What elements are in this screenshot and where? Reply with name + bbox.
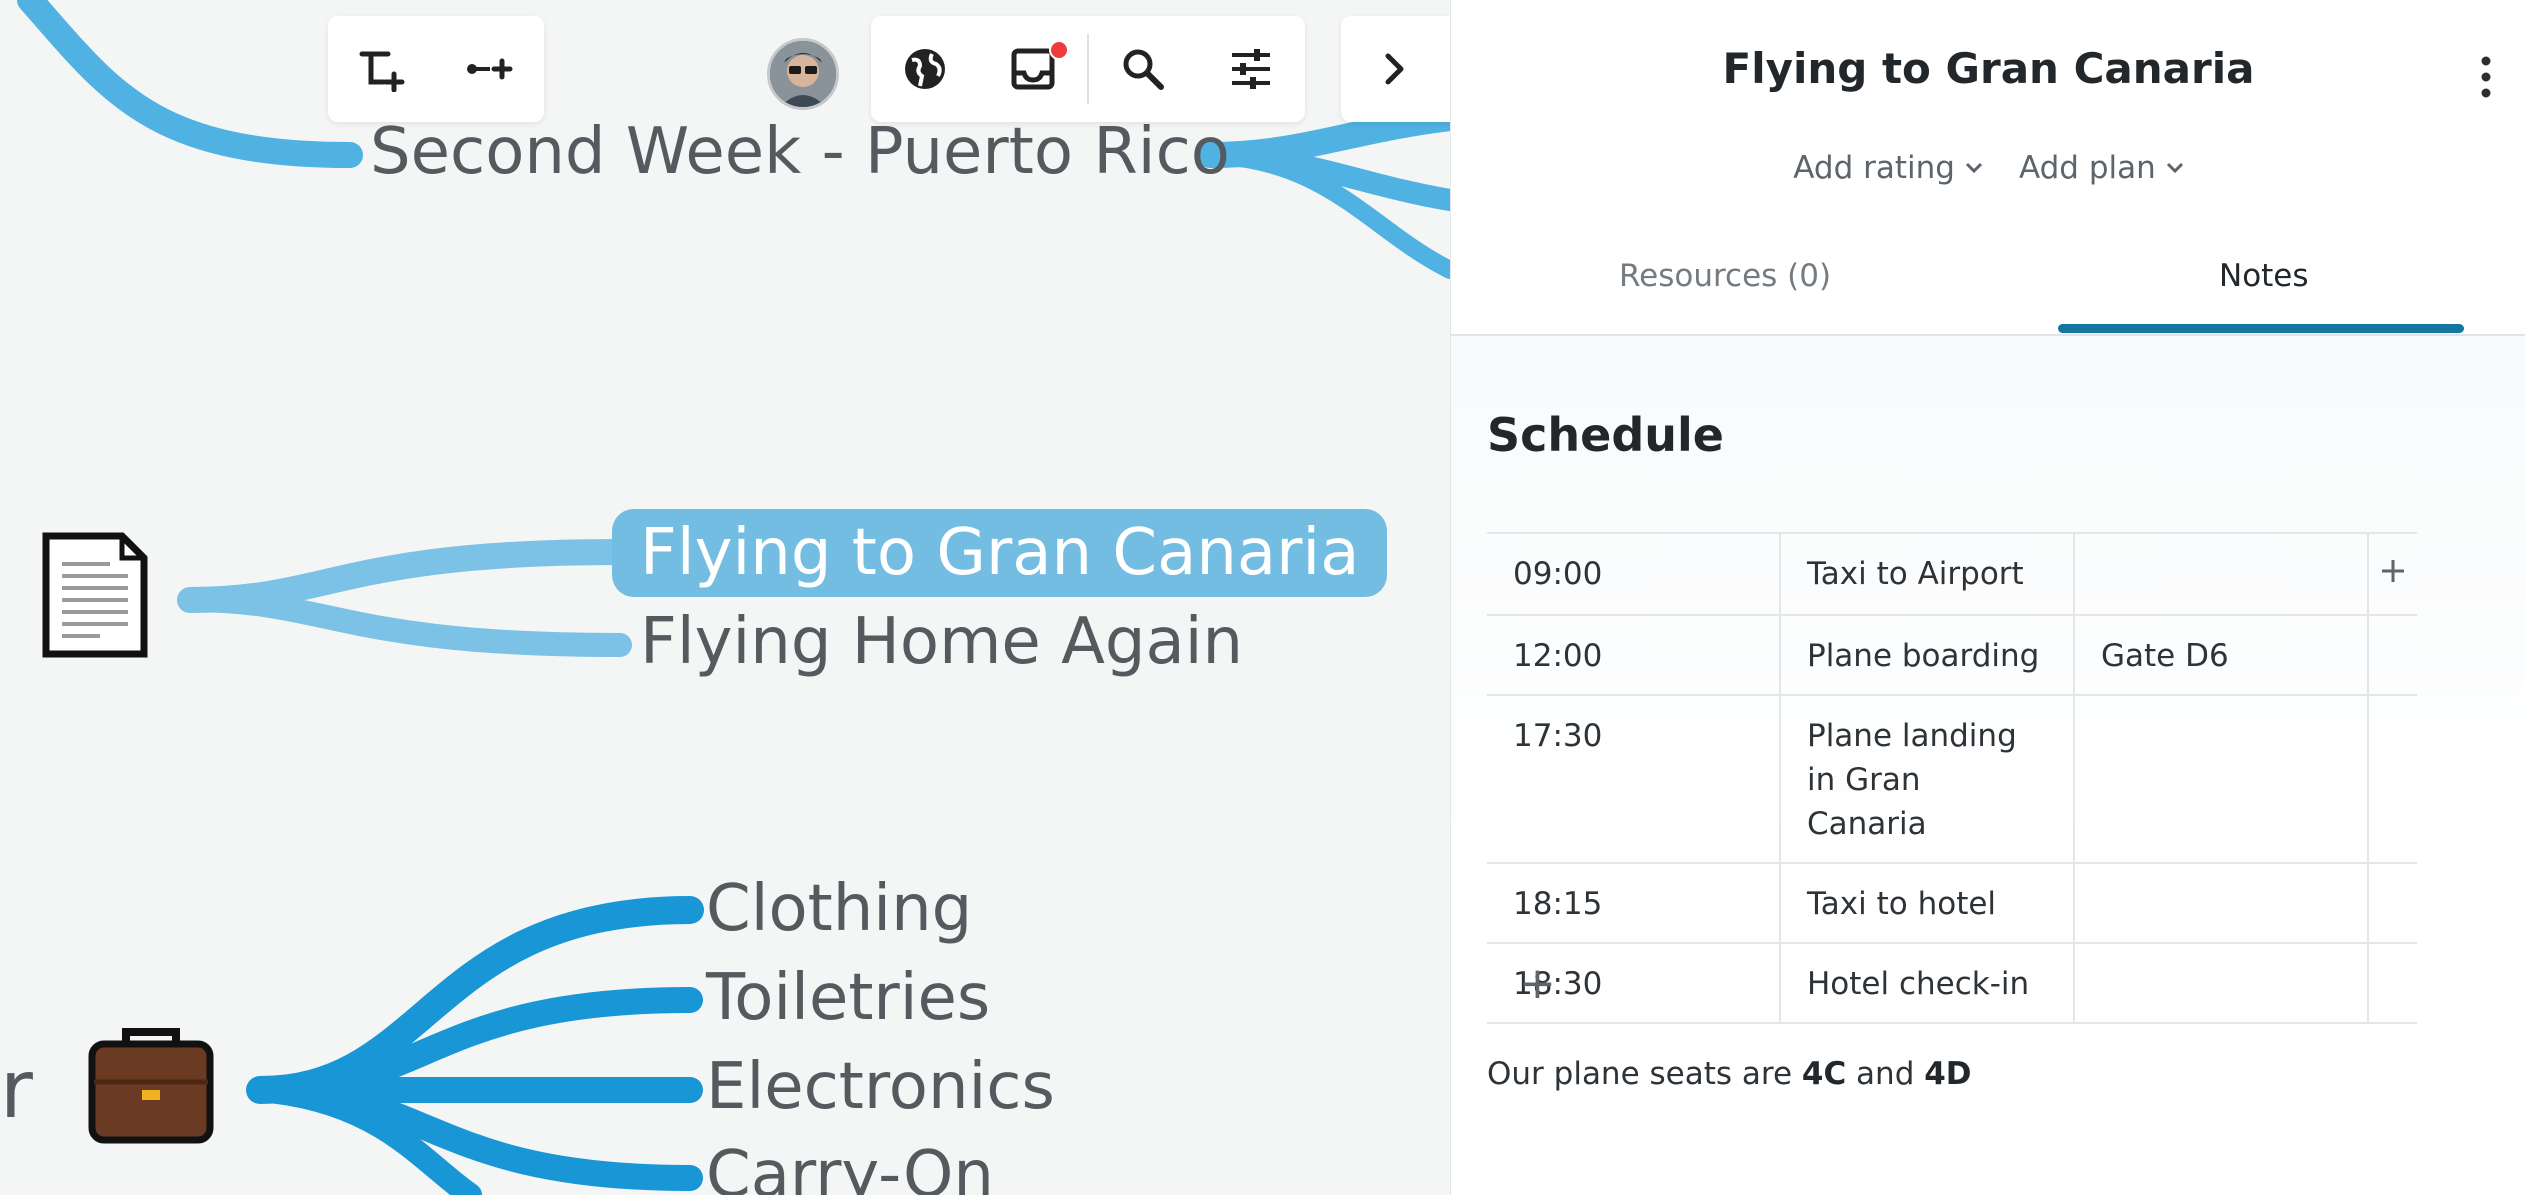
note-text: Our plane seats are (1487, 1056, 1802, 1092)
node-carry-on[interactable]: Carry-On (706, 1143, 994, 1195)
panel-tabs: Resources (0) Notes (1451, 240, 2525, 336)
tab-notes[interactable]: Notes (2219, 258, 2309, 294)
table-cell-time[interactable]: 12:00 (1487, 614, 1781, 696)
notes-heading: Schedule (1487, 408, 1724, 462)
topic-meta-row: Add rating Add plan (1451, 150, 2525, 186)
table-cell-empty[interactable] (2368, 862, 2417, 944)
table-row: 18:30 Hotel check-in (1487, 942, 2417, 1024)
settings-button[interactable] (1197, 16, 1305, 122)
table-cell-detail[interactable] (2074, 694, 2369, 864)
plus-icon (2382, 560, 2404, 582)
table-cell-time[interactable]: 17:30 (1487, 694, 1781, 864)
table-cell-activity[interactable]: Plane boarding (1780, 614, 2075, 696)
add-plan-label: Add plan (2018, 150, 2156, 186)
add-rating-button[interactable]: Add rating (1793, 150, 1983, 186)
add-column-button[interactable] (2368, 532, 2417, 616)
briefcase-icon[interactable] (86, 1022, 216, 1146)
panel-toggle-toolbar (1341, 16, 1450, 122)
search-icon (1123, 49, 1164, 90)
schedule-table[interactable]: 09:00 Taxi to Airport 12:00 Plane boardi… (1487, 532, 2417, 1024)
node-toiletries[interactable]: Toiletries (706, 966, 990, 1030)
sliders-icon (1232, 49, 1270, 89)
table-cell-detail[interactable] (2074, 942, 2369, 1024)
collapse-panel-button[interactable] (1341, 16, 1449, 122)
table-cell-activity[interactable]: Hotel check-in (1780, 942, 2075, 1024)
notes-paragraph[interactable]: Our plane seats are 4C and 4D (1487, 1056, 1972, 1092)
table-cell-detail[interactable]: Gate D6 (2074, 614, 2369, 696)
table-cell-empty[interactable] (2368, 614, 2417, 696)
tab-resources[interactable]: Resources (0) (1619, 258, 1831, 294)
add-connection-button[interactable] (436, 16, 544, 122)
add-row-button[interactable]: + (1519, 958, 1556, 1009)
chevron-right-icon (1385, 53, 1404, 85)
map-actions-toolbar (871, 16, 1305, 122)
table-cell-detail[interactable] (2074, 862, 2369, 944)
table-cell-empty[interactable] (2368, 942, 2417, 1024)
table-cell-activity[interactable]: Taxi to hotel (1780, 862, 2075, 944)
chevron-down-icon (2166, 162, 2183, 174)
note-text: and (1846, 1056, 1925, 1092)
table-row: 12:00 Plane boarding Gate D6 (1487, 614, 2417, 696)
seat-number: 4D (1924, 1056, 1972, 1092)
table-row: 17:30 Plane landing in Gran Canaria (1487, 694, 2417, 864)
add-subtopic-icon (359, 51, 405, 92)
add-subtopic-button[interactable] (328, 16, 436, 122)
user-avatar[interactable] (767, 38, 839, 110)
node-second-week[interactable]: Second Week - Puerto Rico (370, 120, 1230, 184)
add-plan-button[interactable]: Add plan (2019, 150, 2184, 186)
notification-dot (1049, 40, 1069, 60)
table-cell-detail[interactable] (2074, 532, 2369, 616)
share-public-button[interactable] (871, 16, 979, 122)
map-tools-toolbar (328, 16, 544, 122)
kebab-menu-icon[interactable] (2476, 52, 2496, 102)
inbox-button[interactable] (979, 16, 1087, 122)
table-row: 18:15 Taxi to hotel (1487, 862, 2417, 944)
node-electronics[interactable]: Electronics (706, 1055, 1055, 1119)
table-cell-time[interactable]: 09:00 (1487, 532, 1781, 616)
panel-title: Flying to Gran Canaria (1722, 44, 2255, 93)
seat-number: 4C (1801, 1056, 1847, 1092)
add-connection-icon (467, 58, 513, 80)
chevron-down-icon (1965, 162, 1983, 174)
add-rating-label: Add rating (1793, 150, 1955, 186)
node-clothing[interactable]: Clothing (706, 877, 972, 941)
mind-map-canvas[interactable]: Second Week - Puerto Rico Flying to Gran… (0, 0, 1450, 1195)
node-flying-home-again[interactable]: Flying Home Again (640, 610, 1243, 674)
node-partial-label[interactable]: r (0, 1050, 33, 1130)
document-icon[interactable] (40, 530, 150, 660)
table-cell-activity[interactable]: Taxi to Airport (1780, 532, 2075, 616)
search-button[interactable] (1089, 16, 1197, 122)
node-flying-to-gran-canaria[interactable]: Flying to Gran Canaria (612, 509, 1388, 597)
table-row: 09:00 Taxi to Airport (1487, 532, 2417, 616)
active-tab-indicator (2058, 324, 2464, 333)
globe-icon (905, 49, 945, 89)
notes-editor[interactable]: Schedule 09:00 Taxi to Airport 12:00 Pla… (1451, 336, 2525, 1195)
topic-details-panel: Flying to Gran Canaria Add rating Add pl… (1450, 0, 2525, 1195)
table-cell-empty[interactable] (2368, 694, 2417, 864)
table-cell-activity[interactable]: Plane landing in Gran Canaria (1780, 694, 2075, 864)
table-cell-time[interactable]: 18:15 (1487, 862, 1781, 944)
